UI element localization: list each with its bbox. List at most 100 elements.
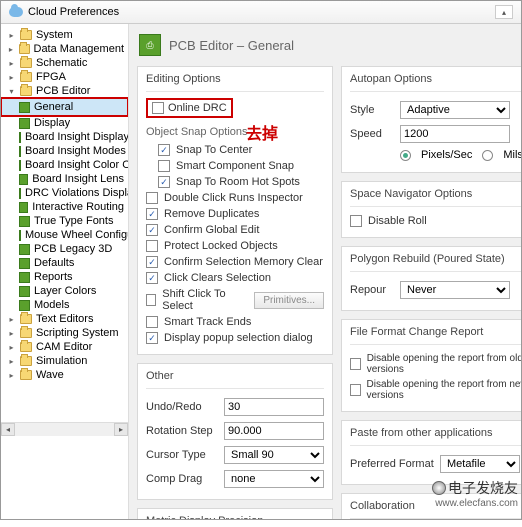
logo-icon [432,481,446,495]
tree-layer-colors[interactable]: Layer Colors [1,284,128,298]
folder-icon [20,72,32,82]
tree-drc-violations[interactable]: DRC Violations Display [1,186,128,200]
tree-pcb-legacy-3d[interactable]: PCB Legacy 3D [1,242,128,256]
watermark: 电子发烧友 www.elecfans.com [432,478,518,509]
undo-input[interactable] [224,398,324,416]
tree-interactive-routing[interactable]: Interactive Routing [1,200,128,214]
popup-checkbox[interactable]: ✓ [146,332,158,344]
group-title: Metric Display Precision [146,515,324,519]
titlebar: Cloud Preferences ▴ [1,1,521,24]
tree-cam-editor[interactable]: ▸CAM Editor [1,340,128,354]
tree-scripting-system[interactable]: ▸Scripting System [1,326,128,340]
scroll-right[interactable]: ▸ [114,423,128,436]
editing-options-group: Editing Options Online DRC Object Snap O… [137,66,333,355]
tree-wave[interactable]: ▸Wave [1,368,128,382]
tree-pcb-editor[interactable]: ▾PCB Editor [1,84,128,98]
tree-simulation[interactable]: ▸Simulation [1,354,128,368]
online-drc-highlight: Online DRC [146,98,233,118]
folder-icon [20,356,32,366]
folder-icon [20,342,32,352]
tree-board-insight-modes[interactable]: Board Insight Modes [1,144,128,158]
page-icon: ⎙ [139,34,161,56]
leaf-icon [19,102,30,113]
shift-click-checkbox[interactable] [146,294,156,306]
leaf-icon [19,216,30,227]
window-title: Cloud Preferences [28,6,119,18]
online-drc-label: Online DRC [168,102,227,114]
leaf-icon [19,118,30,129]
group-title: Polygon Rebuild (Poured State) [350,253,521,272]
disable-newer-checkbox[interactable] [350,384,361,396]
mils-radio[interactable] [482,150,493,161]
file-format-group: File Format Change Report Disable openin… [341,319,521,412]
tree-board-insight-lens[interactable]: Board Insight Lens [1,172,128,186]
snap-center-checkbox[interactable]: ✓ [158,144,170,156]
comp-drag-select[interactable]: none [224,470,324,488]
tree-fpga[interactable]: ▸FPGA [1,70,128,84]
leaf-icon [19,146,21,157]
repour-select[interactable]: Never [400,281,510,299]
tree-data-management[interactable]: ▸Data Management [1,42,128,56]
paste-format-select[interactable]: Metafile [440,455,520,473]
folder-icon [20,86,32,96]
main-panel: ⎙ PCB Editor – General Editing Options O… [129,24,521,519]
rotation-input[interactable] [224,422,324,440]
snap-hotspots-checkbox[interactable]: ✓ [158,176,170,188]
folder-icon [19,44,30,54]
polygon-group: Polygon Rebuild (Poured State) RepourNev… [341,246,521,311]
folder-icon [20,314,32,324]
autopan-group: Autopan Options StyleAdaptive Speed Pixe… [341,66,521,173]
remove-duplicates-checkbox[interactable]: ✓ [146,208,158,220]
protect-locked-checkbox[interactable] [146,240,158,252]
tree-defaults[interactable]: Defaults [1,256,128,270]
confirm-mem-clear-checkbox[interactable]: ✓ [146,256,158,268]
leaf-icon [19,202,28,213]
tree-system[interactable]: ▸System [1,28,128,42]
tree-general[interactable]: General [1,98,128,116]
group-title: Editing Options [146,73,324,92]
leaf-icon [19,174,28,185]
tree-true-type-fonts[interactable]: True Type Fonts [1,214,128,228]
tree-reports[interactable]: Reports [1,270,128,284]
tree-schematic[interactable]: ▸Schematic [1,56,128,70]
confirm-global-checkbox[interactable]: ✓ [146,224,158,236]
tree-mouse-wheel[interactable]: Mouse Wheel Configuration [1,228,128,242]
group-title: File Format Change Report [350,326,521,345]
page-title: PCB Editor – General [169,38,294,53]
space-nav-group: Space Navigator Options Disable Roll [341,181,521,238]
tree-text-editors[interactable]: ▸Text Editors [1,312,128,326]
tree-models[interactable]: Models [1,298,128,312]
smart-component-snap-checkbox[interactable] [158,160,170,172]
pixels-radio[interactable] [400,150,411,161]
leaf-icon [19,230,21,241]
leaf-icon [19,286,30,297]
disable-roll-checkbox[interactable] [350,215,362,227]
object-snap-title: Object Snap Options [146,126,324,138]
tree-display[interactable]: Display [1,116,128,130]
tree-board-insight-display[interactable]: Board Insight Display [1,130,128,144]
cursor-select[interactable]: Small 90 [224,446,324,464]
primitives-button[interactable]: Primitives... [254,292,324,309]
folder-icon [20,58,32,68]
other-group: Other Undo/Redo Rotation Step Cursor Typ… [137,363,333,500]
double-click-checkbox[interactable] [146,192,158,204]
scroll-left[interactable]: ◂ [1,423,15,436]
folder-icon [20,370,32,380]
group-title: Autopan Options [350,73,521,92]
annotation-text: 去掉 [246,120,278,144]
autopan-speed-input[interactable] [400,125,510,143]
disable-older-checkbox[interactable] [350,358,361,370]
collapse-button[interactable]: ▴ [495,5,513,19]
group-title: Paste from other applications [350,427,521,446]
click-clears-checkbox[interactable]: ✓ [146,272,158,284]
leaf-icon [19,188,21,199]
autopan-style-select[interactable]: Adaptive [400,101,510,119]
leaf-icon [19,272,30,283]
group-title: Other [146,370,324,389]
cloud-icon [9,7,23,17]
online-drc-checkbox[interactable] [152,102,164,114]
smart-track-checkbox[interactable] [146,316,158,328]
group-title: Space Navigator Options [350,188,521,207]
tree-board-insight-color[interactable]: Board Insight Color Overrid [1,158,128,172]
leaf-icon [19,244,30,255]
